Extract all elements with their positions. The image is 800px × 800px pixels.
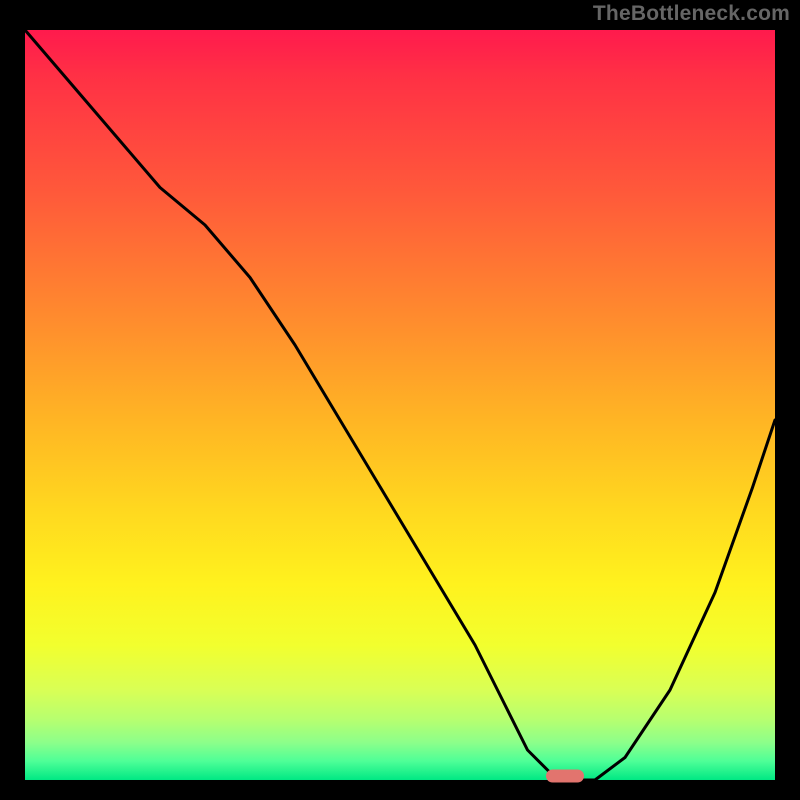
bottleneck-curve [25, 30, 775, 780]
plot-area [25, 30, 775, 780]
optimal-marker [546, 770, 584, 783]
watermark-text: TheBottleneck.com [593, 2, 790, 26]
chart-container: TheBottleneck.com [0, 0, 800, 800]
